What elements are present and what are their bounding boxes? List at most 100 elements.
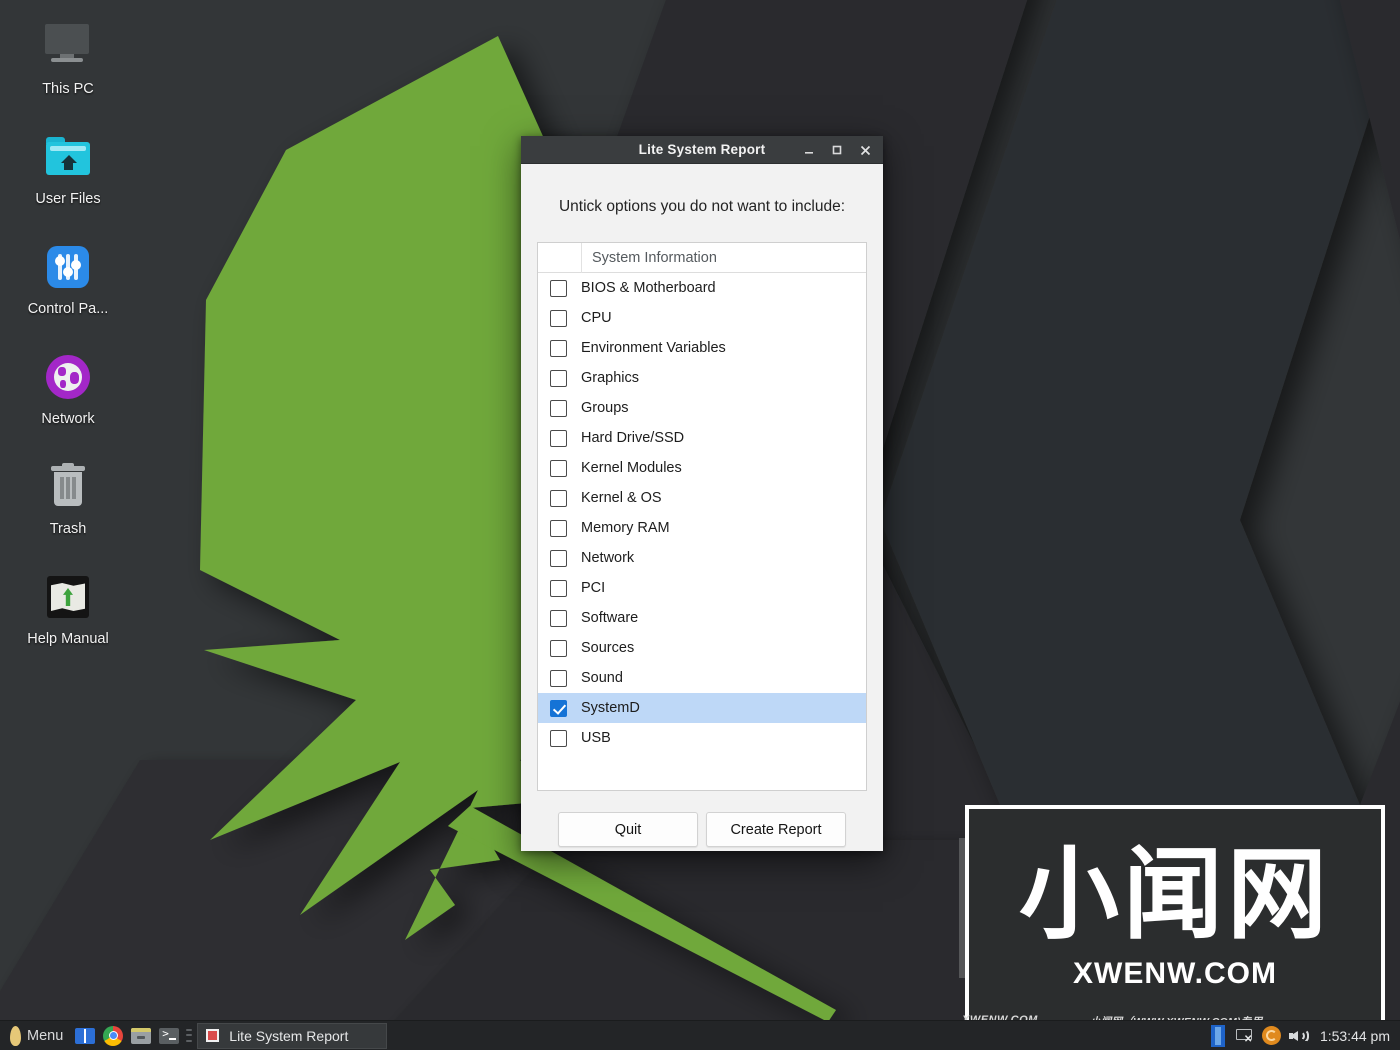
terminal-icon [159, 1026, 180, 1046]
dialog-button-bar: Quit Create Report [537, 791, 867, 847]
list-item-label: Environment Variables [581, 340, 726, 356]
dialog-prompt: Untick options you do not want to includ… [558, 198, 846, 215]
list-item-label: Network [581, 550, 635, 566]
list-item[interactable]: USB [538, 723, 866, 753]
list-item[interactable]: BIOS & Motherboard [538, 273, 866, 303]
maximize-icon[interactable] [823, 136, 851, 164]
display-settings-icon[interactable]: ✕ [1233, 1024, 1257, 1048]
list-item[interactable]: CPU [538, 303, 866, 333]
list-header-row: System Information [538, 243, 866, 273]
list-item-label: USB [581, 730, 611, 746]
desktop-icon-network[interactable]: Network [0, 344, 136, 454]
minimize-icon[interactable] [795, 136, 823, 164]
list-item-label: Kernel Modules [581, 460, 682, 476]
list-rows: BIOS & Motherboard CPU Environment Variabl… [538, 273, 866, 790]
clock[interactable]: 1:53:44 pm [1320, 1028, 1390, 1044]
sliders-icon [43, 242, 93, 292]
close-icon[interactable] [851, 136, 879, 164]
home-folder-icon [43, 132, 93, 182]
blue-indicator-icon[interactable] [1206, 1024, 1230, 1048]
window-title: Lite System Report [638, 142, 766, 157]
checkbox[interactable] [550, 669, 567, 687]
desktop-icon-trash[interactable]: Trash [0, 454, 136, 564]
list-item[interactable]: Graphics [538, 363, 866, 393]
checkbox[interactable] [550, 309, 567, 327]
list-header-checkbox-column [538, 243, 582, 273]
watermark-chinese-text: 小闻网 [1019, 835, 1331, 953]
list-item-label: Sound [581, 670, 623, 686]
desktop-icon-label: Help Manual [27, 631, 109, 647]
checkbox[interactable] [550, 429, 567, 447]
create-report-button[interactable]: Create Report [706, 812, 846, 847]
checkbox[interactable] [550, 549, 567, 567]
menu-button-label: Menu [27, 1027, 64, 1044]
checkbox[interactable] [550, 519, 567, 537]
checkbox[interactable] [550, 339, 567, 357]
desktop-icon-user-files[interactable]: User Files [0, 124, 136, 234]
list-item-label: Groups [581, 400, 629, 416]
taskbar-window-button-lite-system-report[interactable]: Lite System Report [197, 1022, 388, 1049]
system-information-list: System Information BIOS & Motherboard CPU… [537, 242, 867, 791]
launcher-chrome[interactable] [99, 1021, 127, 1050]
taskbar: Menu Lite System Report ✕ [0, 1020, 1400, 1050]
list-item[interactable]: Sound [538, 663, 866, 693]
checkbox[interactable] [550, 609, 567, 627]
taskbar-grip-handle[interactable] [186, 1028, 193, 1044]
list-item[interactable]: PCI [538, 573, 866, 603]
list-item-label: SystemD [581, 700, 640, 716]
list-item-label: PCI [581, 580, 606, 596]
quit-button[interactable]: Quit [558, 812, 698, 847]
lite-system-report-window: Lite System Report Untick options you do… [521, 136, 883, 851]
checkbox[interactable] [550, 489, 567, 507]
list-item[interactable]: Kernel Modules [538, 453, 866, 483]
desktop-icon-label: This PC [42, 81, 94, 97]
list-item[interactable]: Software [538, 603, 866, 633]
list-item-label: Kernel & OS [581, 490, 662, 506]
dialog-body: Untick options you do not want to includ… [521, 164, 883, 851]
checkbox[interactable] [550, 369, 567, 387]
list-item-label: Software [581, 610, 639, 626]
launcher-whisker-menu[interactable] [71, 1021, 99, 1050]
whisker-menu-icon [75, 1026, 96, 1046]
checkbox[interactable] [550, 459, 567, 477]
volume-icon[interactable] [1287, 1024, 1311, 1048]
list-item[interactable]: Kernel & OS [538, 483, 866, 513]
checkbox[interactable] [550, 729, 567, 747]
checkbox[interactable] [550, 699, 567, 717]
window-titlebar[interactable]: Lite System Report [521, 136, 883, 164]
globe-icon [43, 352, 93, 402]
launcher-terminal[interactable] [155, 1021, 183, 1050]
list-item-label: Hard Drive/SSD [581, 430, 685, 446]
desktop-icon-column: This PC User Files Control Pa... Network… [0, 14, 136, 674]
desktop-icon-label: Trash [49, 521, 87, 537]
checkbox[interactable] [550, 579, 567, 597]
checkbox[interactable] [550, 399, 567, 417]
list-item[interactable]: Groups [538, 393, 866, 423]
list-item-label: Memory RAM [581, 520, 670, 536]
desktop-icon-help-manual[interactable]: Help Manual [0, 564, 136, 674]
menu-button[interactable]: Menu [0, 1021, 71, 1050]
taskbar-launchers: Menu Lite System Report [0, 1021, 388, 1050]
trash-icon [43, 462, 93, 512]
list-item-label: CPU [581, 310, 612, 326]
checkbox[interactable] [550, 639, 567, 657]
map-arrow-icon [43, 572, 93, 622]
launcher-file-manager[interactable] [127, 1021, 155, 1050]
list-item[interactable]: Sources [538, 633, 866, 663]
desktop-icon-label: User Files [35, 191, 101, 207]
monitor-icon [43, 22, 93, 72]
list-item-label: Graphics [581, 370, 640, 386]
desktop-icon-control-panel[interactable]: Control Pa... [0, 234, 136, 344]
list-item[interactable]: Network [538, 543, 866, 573]
list-item[interactable]: Memory RAM [538, 513, 866, 543]
list-item[interactable]: Hard Drive/SSD [538, 423, 866, 453]
list-item[interactable]: SystemD [538, 693, 866, 723]
watermark-box: 小闻网 XWENW.COM [965, 805, 1385, 1030]
list-item[interactable]: Environment Variables [538, 333, 866, 363]
desktop-icon-this-pc[interactable]: This PC [0, 14, 136, 124]
updater-icon[interactable] [1260, 1024, 1284, 1048]
checkbox[interactable] [550, 279, 567, 297]
list-item-label: Sources [581, 640, 635, 656]
chrome-icon [103, 1025, 124, 1046]
watermark-domain-text: XWENW.COM [1073, 956, 1277, 990]
